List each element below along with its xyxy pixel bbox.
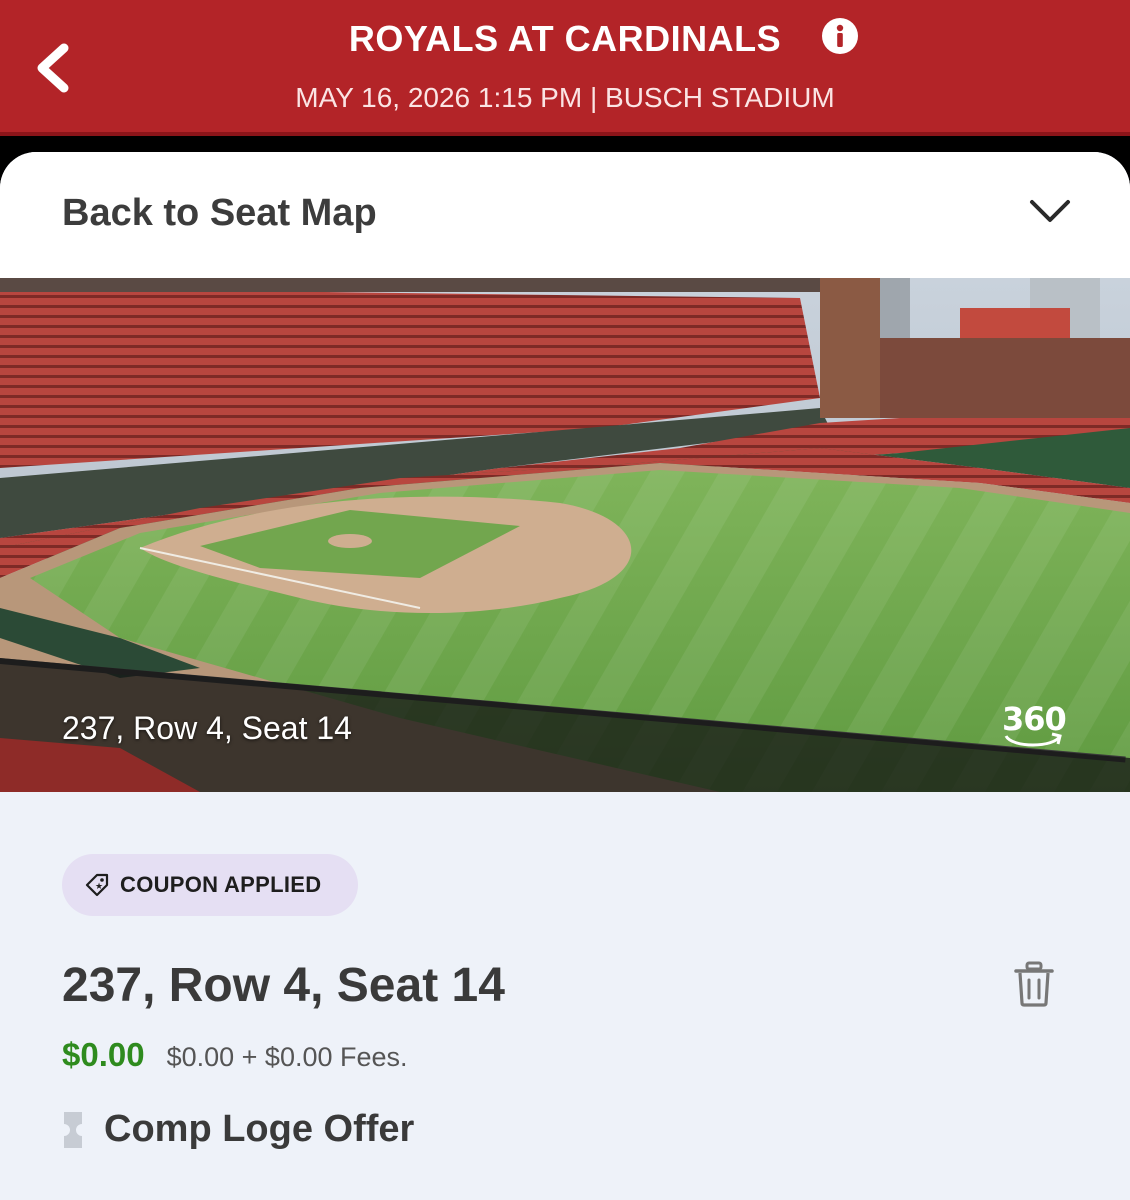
offer-row: Comp Loge Offer	[62, 1108, 414, 1151]
price-total: $0.00	[62, 1036, 145, 1073]
back-to-seat-map-link[interactable]: Back to Seat Map	[62, 192, 377, 235]
coupon-badge: ★ COUPON APPLIED	[62, 854, 358, 916]
seat-view-label: 237, Row 4, Seat 14	[62, 710, 352, 746]
trash-icon[interactable]	[1012, 960, 1056, 1008]
event-title: ROYALS AT CARDINALS	[348, 18, 782, 59]
seat-card-header: Back to Seat Map	[0, 152, 1130, 278]
price-breakdown: $0.00 + $0.00 Fees.	[166, 1042, 408, 1072]
ticket-icon	[64, 1111, 82, 1148]
coupon-label: COUPON APPLIED	[120, 872, 322, 897]
event-subtitle: MAY 16, 2026 1:15 PM | BUSCH STADIUM	[295, 82, 835, 113]
seat-title: 237, Row 4, Seat 14	[62, 959, 505, 1012]
svg-text:★: ★	[95, 882, 103, 892]
view-360-button[interactable]: 360	[998, 698, 1070, 758]
offer-label: Comp Loge Offer	[104, 1108, 415, 1150]
info-button[interactable]	[822, 18, 858, 54]
seat-view-image[interactable]: 237, Row 4, Seat 14 360	[0, 278, 1130, 792]
chevron-down-icon[interactable]	[1026, 196, 1074, 226]
price-row: $0.00 $0.00 + $0.00 Fees.	[62, 1036, 408, 1074]
info-icon	[836, 24, 844, 47]
tag-icon: ★	[85, 873, 109, 897]
rotate-360-icon	[1004, 732, 1062, 747]
event-header: ROYALS AT CARDINALS MAY 16, 2026 1:15 PM…	[0, 0, 1130, 136]
seat-card: Back to Seat Map 237, Row 4, Seat 14 360…	[0, 152, 1130, 1200]
